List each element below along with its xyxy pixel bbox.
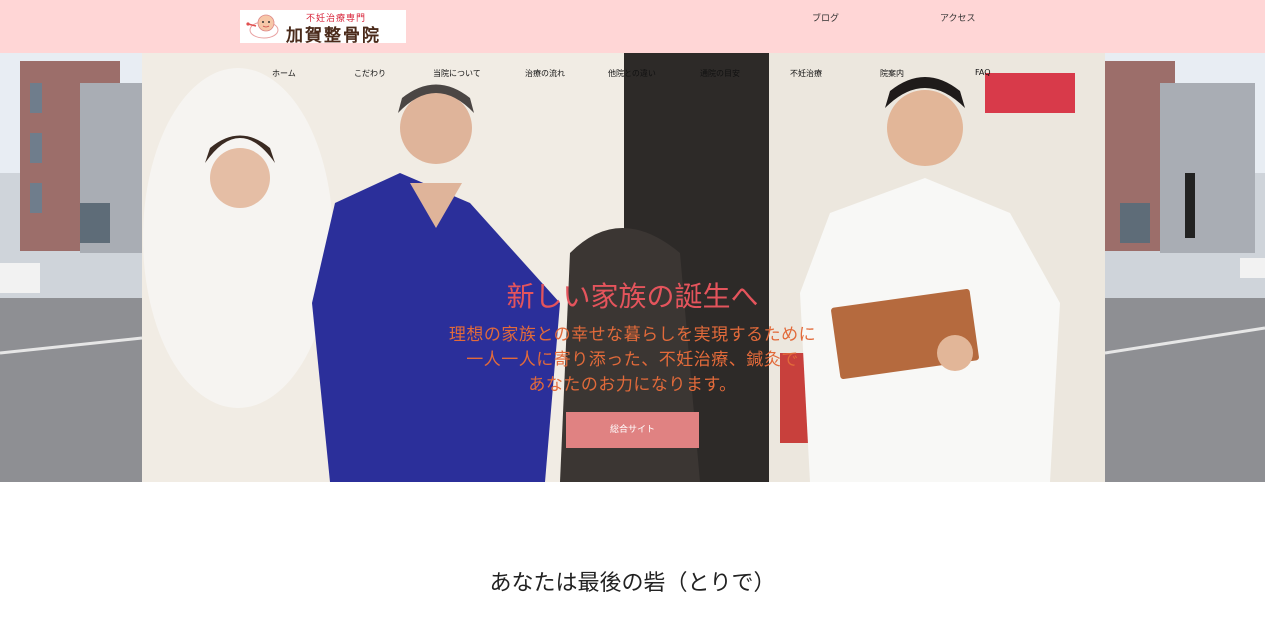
nav-clinic-info[interactable]: 院案内 xyxy=(880,68,904,79)
nav-about[interactable]: 当院について xyxy=(433,68,481,79)
nav-home[interactable]: ホーム xyxy=(272,68,296,79)
nav-infertility[interactable]: 不妊治療 xyxy=(790,68,822,79)
nav-kodawari[interactable]: こだわり xyxy=(354,68,386,79)
logo-name: 加賀整骨院 xyxy=(286,26,381,46)
general-site-button[interactable]: 総合サイト xyxy=(566,412,699,448)
section-title: あなたは最後の砦（とりで） xyxy=(489,571,776,596)
hero-subtitle-line: あなたのお力になります。 xyxy=(528,375,737,395)
nav-visit-guide[interactable]: 通院の目安 xyxy=(700,68,740,79)
hero-subtitle-line: 理想の家族との幸せな暮らしを実現するために xyxy=(448,325,817,345)
nav-difference[interactable]: 他院との違い xyxy=(608,68,656,79)
hero-section: ホーム こだわり 当院について 治療の流れ 他院との違い 通院の目安 不妊治療 … xyxy=(0,53,1265,482)
site-header: 不妊治療専門 加賀整骨院 ブログ アクセス xyxy=(0,0,1265,53)
top-link-blog[interactable]: ブログ xyxy=(812,11,839,24)
nav-faq[interactable]: FAQ xyxy=(975,68,991,77)
site-logo[interactable]: 不妊治療専門 加賀整骨院 xyxy=(240,10,406,46)
hero-title: 新しい家族の誕生へ xyxy=(506,280,759,313)
baby-icon xyxy=(246,14,279,39)
hero-subtitle-line: 一人一人に寄り添った、不妊治療、鍼灸で xyxy=(466,350,799,370)
top-link-access[interactable]: アクセス xyxy=(940,11,976,24)
nav-treatment-flow[interactable]: 治療の流れ xyxy=(525,68,565,79)
